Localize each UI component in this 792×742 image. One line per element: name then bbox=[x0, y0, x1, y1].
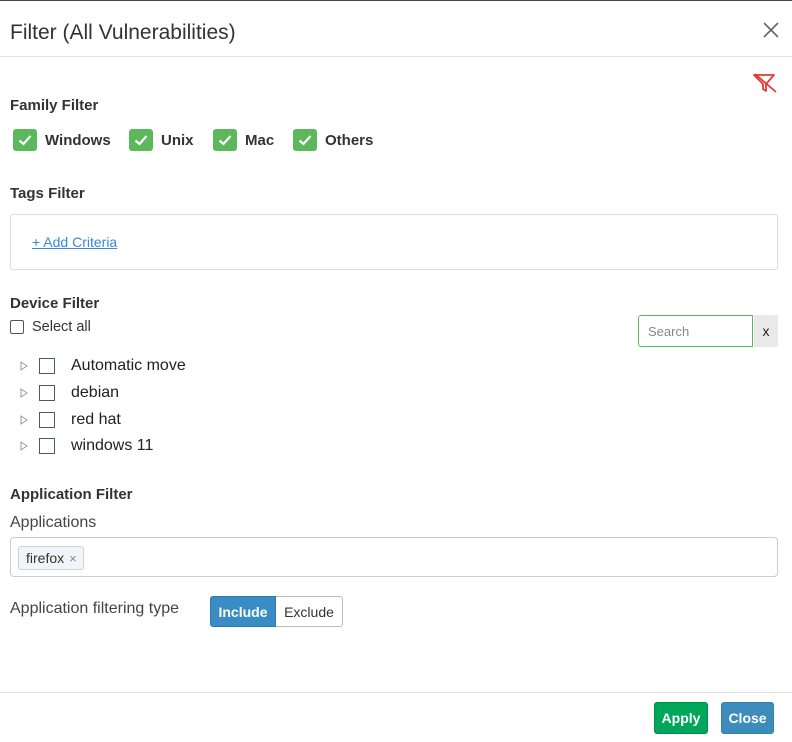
applications-label: Applications bbox=[10, 514, 97, 531]
family-unix-label: Unix bbox=[161, 131, 194, 149]
close-button[interactable]: Close bbox=[721, 702, 774, 734]
application-tag: firefox × bbox=[18, 546, 84, 570]
check-icon bbox=[13, 129, 37, 151]
tags-filter-label: Tags Filter bbox=[10, 185, 85, 202]
expand-arrow-icon[interactable] bbox=[20, 415, 28, 425]
filtering-type-label: Application filtering type bbox=[10, 600, 179, 617]
modal-header: Filter (All Vulnerabilities) bbox=[0, 1, 792, 57]
select-all-label: Select all bbox=[32, 319, 91, 335]
filtering-type-toggle: Include Exclude bbox=[210, 596, 343, 627]
select-all-checkbox[interactable]: Select all bbox=[10, 319, 91, 335]
applications-select[interactable]: firefox × bbox=[10, 537, 778, 577]
tree-node-checkbox[interactable] bbox=[39, 358, 55, 374]
tree-node: Automatic move bbox=[20, 356, 186, 376]
tags-criteria-box: + Add Criteria bbox=[10, 214, 778, 270]
family-windows-label: Windows bbox=[45, 131, 111, 149]
family-windows-checkbox[interactable]: Windows bbox=[13, 129, 111, 151]
family-others-checkbox[interactable]: Others bbox=[293, 129, 373, 151]
tree-node-checkbox[interactable] bbox=[39, 385, 55, 401]
tree-node-label: windows 11 bbox=[71, 437, 154, 454]
filter-modal: Filter (All Vulnerabilities) Family Filt… bbox=[0, 0, 792, 741]
expand-arrow-icon[interactable] bbox=[20, 388, 28, 398]
tree-node: debian bbox=[20, 383, 119, 403]
tree-node-label: debian bbox=[71, 384, 120, 401]
application-tag-label: firefox bbox=[26, 550, 65, 566]
add-criteria-link[interactable]: + Add Criteria bbox=[32, 234, 117, 250]
expand-arrow-icon[interactable] bbox=[20, 361, 28, 371]
remove-tag-icon[interactable]: × bbox=[69, 551, 77, 566]
device-search-input[interactable] bbox=[638, 315, 753, 347]
family-filter-label: Family Filter bbox=[10, 97, 99, 114]
family-mac-label: Mac bbox=[245, 131, 275, 149]
close-icon[interactable] bbox=[762, 21, 780, 39]
checkbox-box[interactable] bbox=[10, 320, 24, 334]
modal-footer: Apply Close bbox=[0, 692, 792, 742]
tree-node: windows 11 bbox=[20, 436, 153, 456]
modal-title: Filter (All Vulnerabilities) bbox=[10, 21, 236, 44]
exclude-button[interactable]: Exclude bbox=[276, 596, 343, 627]
device-filter-label: Device Filter bbox=[10, 295, 100, 312]
check-icon bbox=[129, 129, 153, 151]
family-unix-checkbox[interactable]: Unix bbox=[129, 129, 194, 151]
tree-node: red hat bbox=[20, 410, 121, 430]
expand-arrow-icon[interactable] bbox=[20, 441, 28, 451]
apply-button[interactable]: Apply bbox=[654, 702, 708, 734]
tree-node-label: Automatic move bbox=[71, 357, 186, 374]
application-filter-label: Application Filter bbox=[10, 486, 133, 503]
check-icon bbox=[213, 129, 237, 151]
tree-node-checkbox[interactable] bbox=[39, 438, 55, 454]
family-others-label: Others bbox=[325, 131, 374, 149]
search-clear-button[interactable]: x bbox=[754, 315, 778, 347]
family-mac-checkbox[interactable]: Mac bbox=[213, 129, 274, 151]
clear-filter-icon[interactable] bbox=[752, 72, 778, 94]
include-button[interactable]: Include bbox=[210, 596, 276, 627]
tree-node-checkbox[interactable] bbox=[39, 412, 55, 428]
check-icon bbox=[293, 129, 317, 151]
tree-node-label: red hat bbox=[71, 411, 121, 428]
